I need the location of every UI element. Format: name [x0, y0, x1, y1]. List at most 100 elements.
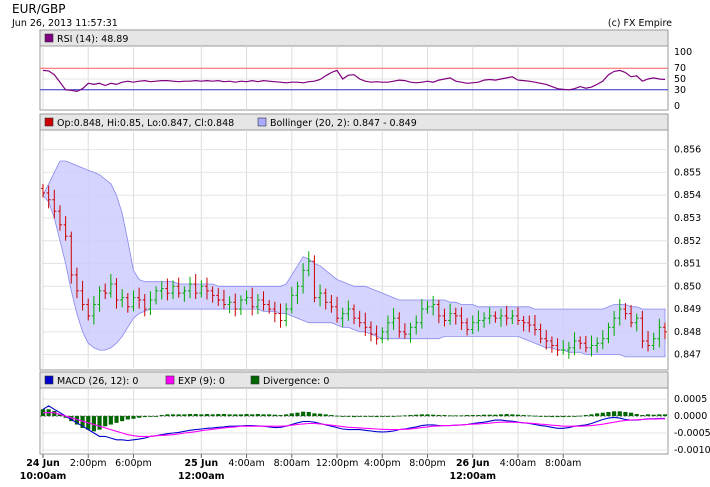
divergence-bar — [114, 416, 119, 423]
divergence-bar — [538, 416, 543, 417]
divergence-bar — [148, 416, 153, 417]
divergence-bar — [662, 414, 668, 417]
divergence-bar — [583, 415, 588, 417]
divergence-bar — [312, 413, 317, 417]
divergence-bar — [510, 414, 515, 417]
rsi-tick-label: 50 — [674, 74, 686, 85]
chart-symbol-title: EUR/GBP — [12, 2, 66, 16]
divergence-bar — [289, 413, 294, 417]
divergence-bar — [465, 415, 470, 417]
divergence-bar — [374, 416, 379, 418]
x-tick-label: 4:00am — [500, 458, 536, 469]
divergence-bar — [628, 412, 634, 417]
macd-tick-label: 0.0000 — [674, 411, 707, 422]
divergence-bar — [120, 416, 125, 422]
x-tick-label: 4:00pm — [364, 458, 401, 469]
divergence-bar — [459, 415, 464, 417]
divergence-bar — [481, 414, 487, 417]
rsi-tick-label: 30 — [674, 85, 686, 96]
ohlc-legend-label: Op:0.848, Hi:0.85, Lo:0.847, Cl:0.848 — [57, 118, 234, 129]
divergence-bar — [640, 415, 645, 417]
exp-legend-swatch — [165, 375, 175, 385]
x-tick-label-time: 10:00am — [20, 471, 67, 482]
divergence-bar — [425, 414, 430, 417]
price-tick-label: 0.853 — [674, 213, 701, 224]
divergence-bar — [385, 416, 391, 417]
divergence-bar — [617, 411, 622, 417]
divergence-bar — [402, 415, 407, 417]
exp-legend-label: EXP (9): 0 — [178, 376, 225, 387]
divergence-bar — [329, 415, 334, 417]
macd-legend-swatch — [44, 375, 54, 385]
divergence-bar — [600, 412, 605, 417]
divergence-bar — [176, 414, 181, 417]
divergence-bar — [154, 416, 159, 417]
divergence-bar — [595, 413, 600, 417]
divergence-bar — [165, 414, 170, 417]
chart-timestamp: Jun 26, 2013 11:57:31 — [11, 18, 118, 29]
divergence-bar — [589, 414, 594, 417]
divergence-bar — [97, 416, 102, 430]
divergence-bar — [561, 416, 566, 418]
divergence-bar — [193, 414, 198, 417]
divergence-bar — [255, 414, 260, 417]
divergence-bar — [357, 416, 362, 417]
divergence-legend-label: Divergence: 0 — [263, 376, 329, 387]
divergence-bar — [431, 414, 436, 417]
divergence-bar — [555, 416, 560, 418]
divergence-bar — [470, 415, 475, 417]
bollinger-legend-label: Bollinger (20, 2): 0.847 - 0.849 — [270, 118, 417, 129]
divergence-bar — [487, 414, 492, 417]
divergence-bar — [380, 416, 385, 417]
price-tick-label: 0.847 — [674, 350, 701, 361]
divergence-bar — [301, 411, 306, 417]
divergence-bar — [521, 415, 526, 417]
rsi-legend-swatch — [44, 33, 54, 43]
divergence-bar — [634, 414, 639, 417]
price-tick-label: 0.851 — [674, 259, 701, 270]
divergence-bar — [651, 414, 656, 417]
divergence-bar — [182, 414, 187, 417]
divergence-bar — [159, 415, 164, 417]
rsi-legend-bar — [39, 29, 669, 47]
macd-tick-label: -0.0010 — [674, 445, 710, 456]
rsi-tick-label: 0 — [674, 101, 680, 112]
divergence-bar — [278, 415, 283, 417]
divergence-bar — [498, 414, 504, 417]
rsi-tick-label: 70 — [674, 63, 686, 74]
divergence-bar — [391, 416, 396, 417]
divergence-bar — [244, 414, 249, 417]
divergence-bar — [623, 411, 628, 417]
divergence-bar — [187, 414, 193, 417]
divergence-bar — [476, 415, 481, 417]
price-tick-label: 0.849 — [674, 304, 701, 315]
divergence-bar — [363, 416, 368, 417]
divergence-bar — [645, 414, 651, 417]
chart-credit: (c) FX Empire — [608, 18, 672, 29]
divergence-bar — [142, 416, 147, 418]
divergence-bar — [493, 414, 498, 417]
divergence-bar — [436, 415, 441, 417]
divergence-bar — [306, 411, 311, 417]
x-tick-label-date: 25 Jun — [185, 458, 219, 469]
divergence-bar — [346, 416, 351, 417]
macd-tick-label: 0.0005 — [674, 394, 707, 405]
divergence-bar — [284, 414, 289, 417]
macd-tick-label: -0.0005 — [674, 428, 710, 439]
divergence-bar — [572, 416, 577, 417]
macd-legend-label: MACD (26, 12): 0 — [57, 376, 138, 387]
divergence-bar — [204, 414, 210, 417]
divergence-bar — [295, 412, 300, 417]
divergence-bar — [233, 414, 238, 417]
divergence-bar — [351, 416, 357, 418]
divergence-bar — [227, 414, 232, 417]
divergence-bar — [532, 415, 538, 417]
divergence-bar — [323, 414, 328, 417]
x-tick-label: 8:00am — [274, 458, 310, 469]
divergence-bar — [527, 415, 532, 417]
x-tick-label: 8:00pm — [409, 458, 446, 469]
divergence-bar — [368, 416, 374, 417]
rsi-legend-label: RSI (14): 48.89 — [57, 34, 128, 45]
divergence-bar — [448, 415, 453, 417]
divergence-bar — [272, 414, 277, 417]
